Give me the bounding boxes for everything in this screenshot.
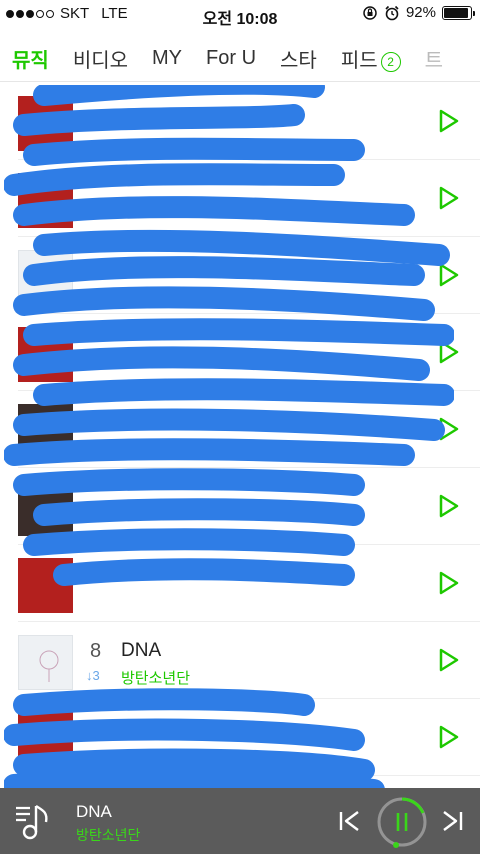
rank-change: ↓3 — [86, 668, 100, 683]
next-track-icon[interactable] — [440, 810, 464, 832]
battery-percent: 92% — [405, 4, 436, 21]
album-art — [18, 173, 73, 228]
previous-track-icon[interactable] — [338, 810, 362, 832]
album-art — [18, 712, 73, 767]
battery-icon — [442, 5, 475, 20]
list-item[interactable] — [18, 83, 480, 160]
album-art — [18, 250, 73, 305]
play-icon[interactable] — [438, 648, 460, 672]
rank-number: 8 — [90, 640, 102, 662]
alarm-icon — [385, 5, 399, 20]
status-right: 92% — [362, 4, 475, 21]
tab-feed[interactable]: 피드 2 — [329, 44, 413, 73]
tab-for-u[interactable]: For U — [194, 47, 268, 70]
tab-video[interactable]: 비디오 — [61, 44, 140, 73]
album-art — [18, 635, 73, 690]
play-icon[interactable] — [438, 340, 460, 364]
player-artist: 방탄소년단 — [76, 827, 141, 843]
album-art — [18, 558, 73, 613]
battery-fill — [444, 7, 468, 18]
list-item[interactable] — [18, 314, 480, 391]
list-item[interactable] — [18, 699, 480, 776]
tab-more[interactable]: 트 — [413, 44, 455, 73]
album-art — [18, 96, 73, 151]
play-icon[interactable] — [438, 725, 460, 749]
playlist-icon[interactable] — [14, 802, 54, 842]
play-icon[interactable] — [438, 186, 460, 210]
album-art — [18, 404, 73, 459]
play-icon[interactable] — [438, 417, 460, 441]
top-tab-bar: 뮤직 비디오 MY For U 스타 피드 2 트 — [0, 36, 480, 82]
mini-player[interactable]: DNA 방탄소년단 — [0, 788, 480, 854]
play-icon[interactable] — [438, 571, 460, 595]
album-art — [18, 327, 73, 382]
tab-my[interactable]: MY — [140, 47, 194, 70]
list-item[interactable] — [18, 545, 480, 622]
player-title: DNA — [76, 802, 112, 821]
list-item[interactable] — [18, 237, 480, 314]
chart-list: 8 ↓3 DNA 방탄소년단 — [0, 83, 480, 788]
list-item-dna[interactable]: 8 ↓3 DNA 방탄소년단 — [18, 622, 480, 699]
song-title: DNA — [121, 640, 162, 661]
play-icon[interactable] — [438, 109, 460, 133]
song-artist[interactable]: 방탄소년단 — [121, 667, 190, 688]
feed-count-badge: 2 — [380, 51, 401, 72]
list-item[interactable] — [18, 391, 480, 468]
status-bar: SKT LTE 오전 10:08 92% — [0, 0, 480, 28]
play-icon[interactable] — [438, 494, 460, 518]
list-item[interactable] — [18, 468, 480, 545]
list-item[interactable] — [18, 776, 480, 788]
flower-icon — [39, 650, 59, 682]
orientation-lock-icon — [363, 5, 377, 20]
pause-button[interactable] — [376, 796, 428, 848]
play-icon[interactable] — [438, 263, 460, 287]
list-item[interactable] — [18, 160, 480, 237]
album-art — [18, 481, 73, 536]
tab-star[interactable]: 스타 — [268, 44, 329, 73]
tab-music[interactable]: 뮤직 — [0, 44, 61, 73]
